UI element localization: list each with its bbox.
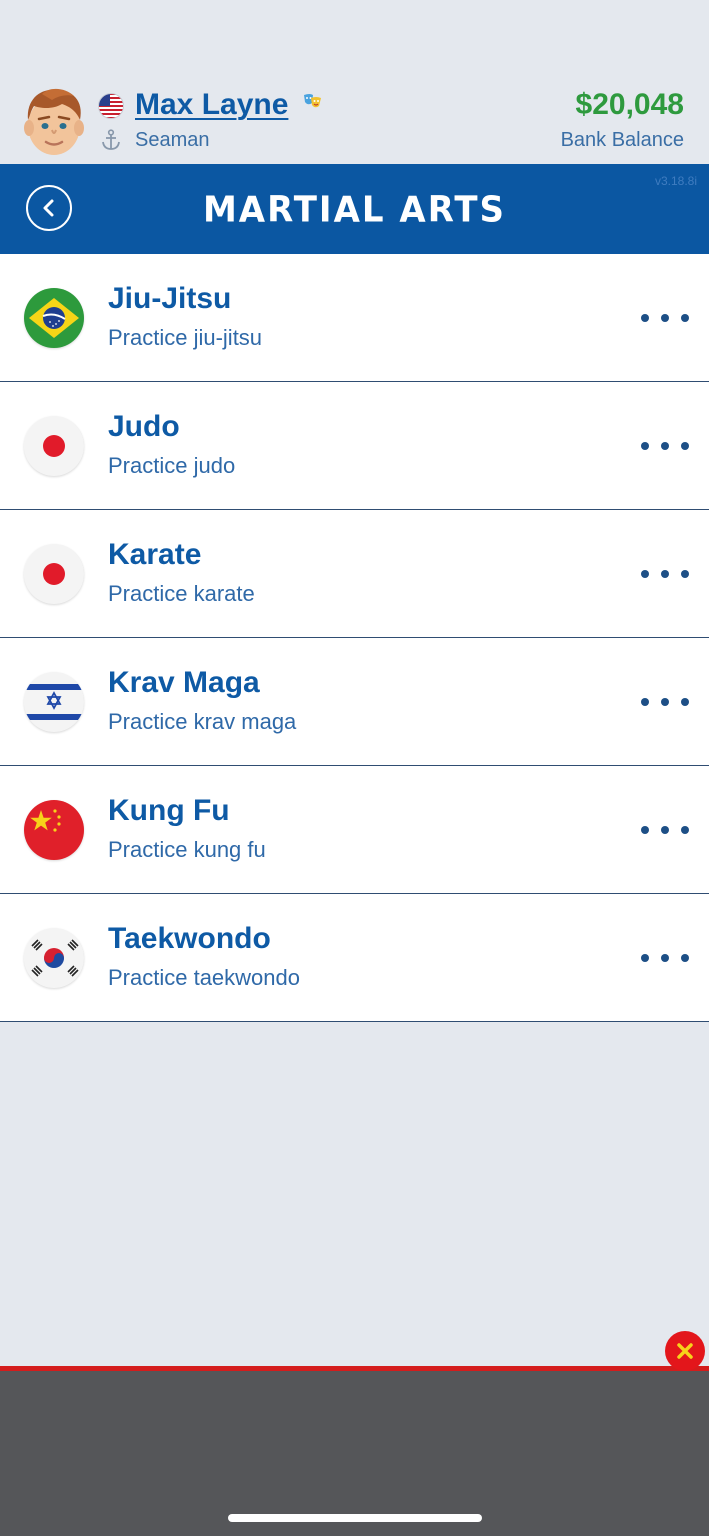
avatar[interactable] [22,86,86,158]
japan-flag-icon [24,544,84,604]
more-options-button[interactable] [641,818,689,842]
drama-masks-icon [302,92,322,112]
item-subtitle: Practice taekwondo [108,965,300,990]
item-title: Karate [108,538,202,571]
item-subtitle: Practice jiu-jitsu [108,325,263,350]
close-icon [677,1343,693,1359]
version-label: v3.18.8i [654,174,697,188]
brazil-flag-icon [24,288,84,348]
ad-close-button[interactable] [665,1331,705,1371]
item-title: Jiu-Jitsu [108,282,232,315]
china-flag-icon [24,800,84,860]
item-subtitle: Practice kung fu [108,837,266,862]
more-options-button[interactable] [641,946,689,970]
player-name-link[interactable]: Max Layne [135,88,288,122]
item-title: Kung Fu [108,794,230,827]
more-options-button[interactable] [641,562,689,586]
israel-flag-icon [24,672,84,732]
more-options-button[interactable] [641,434,689,458]
item-title: Taekwondo [108,922,271,955]
profile-header: Max Layne Seaman $20,048 Bank Balance [0,0,709,164]
player-rank: Seaman [135,129,210,151]
item-subtitle: Practice karate [108,581,255,606]
bank-balance-label: Bank Balance [560,129,684,151]
title-bar: MARTIAL ARTS v3.18.8i [0,164,709,254]
anchor-icon [101,129,121,151]
list-item-kung-fu[interactable]: Kung Fu Practice kung fu [0,766,709,894]
list-item-jiu-jitsu[interactable]: Jiu-Jitsu Practice jiu-jitsu [0,254,709,382]
item-title: Judo [108,410,180,443]
bank-balance-amount: $20,048 [575,88,684,121]
martial-arts-list: Jiu-Jitsu Practice jiu-jitsu Judo Practi… [0,254,709,1022]
more-options-button[interactable] [641,690,689,714]
item-title: Krav Maga [108,666,260,699]
japan-flag-icon [24,416,84,476]
item-subtitle: Practice krav maga [108,709,297,734]
south-korea-flag-icon [24,928,84,988]
more-options-button[interactable] [641,306,689,330]
item-subtitle: Practice judo [108,453,236,478]
page-title: MARTIAL ARTS [202,189,507,231]
list-item-krav-maga[interactable]: Krav Maga Practice krav maga [0,638,709,766]
usa-flag-icon [98,93,124,119]
list-item-karate[interactable]: Karate Practice karate [0,510,709,638]
home-indicator[interactable] [228,1514,482,1522]
ad-banner[interactable] [0,1366,709,1536]
list-item-judo[interactable]: Judo Practice judo [0,382,709,510]
list-item-taekwondo[interactable]: Taekwondo Practice taekwondo [0,894,709,1022]
